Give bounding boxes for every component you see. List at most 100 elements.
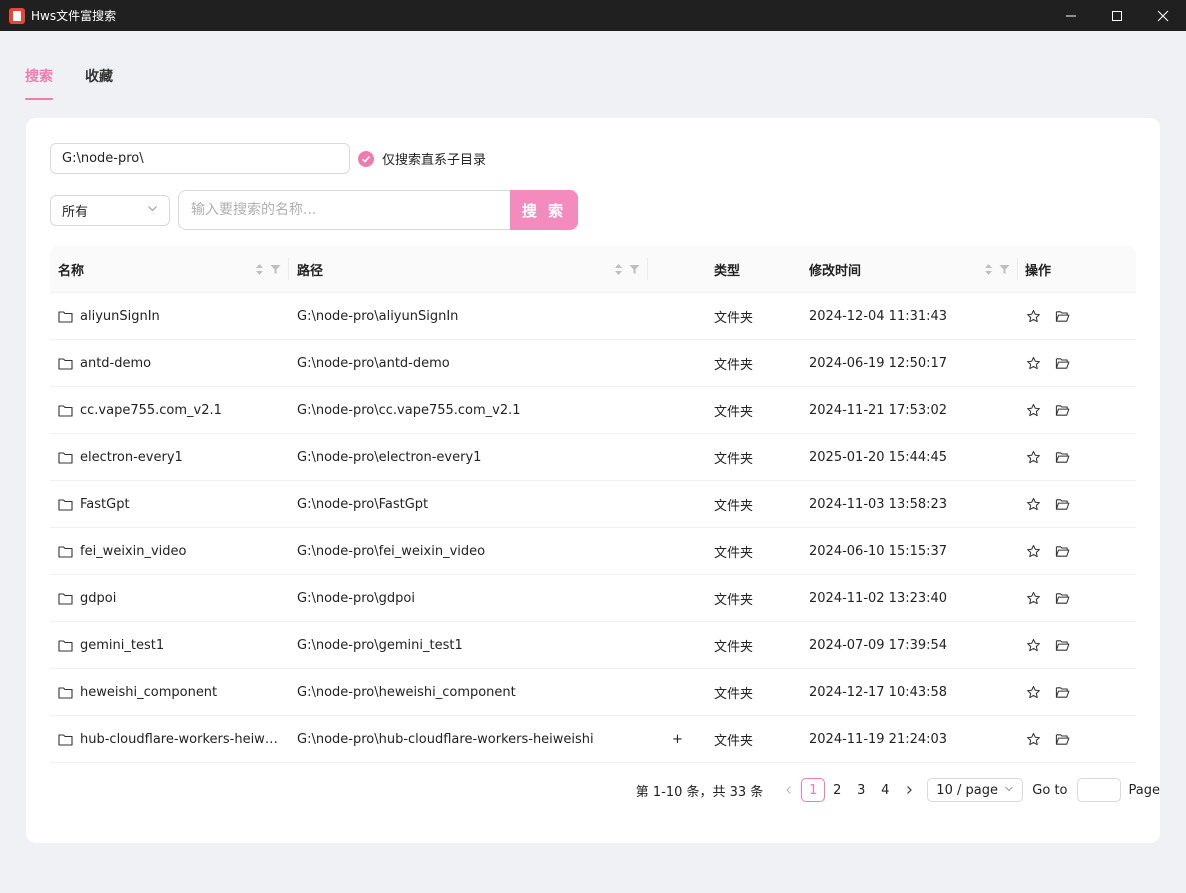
cell-ops: [1018, 450, 1136, 465]
star-icon[interactable]: [1026, 309, 1041, 324]
next-page-button[interactable]: [897, 778, 921, 802]
file-name: heweishi_component: [80, 684, 218, 700]
file-type: 文件夹: [714, 310, 754, 326]
file-path: G:\node-pro\gemini_test1: [297, 637, 463, 653]
cell-time: 2024-12-04 11:31:43: [802, 309, 1018, 324]
folder-open-icon[interactable]: [1055, 732, 1070, 747]
cell-time: 2024-06-10 15:15:37: [802, 544, 1018, 559]
maximize-button[interactable]: [1094, 0, 1140, 31]
star-icon[interactable]: [1026, 591, 1041, 606]
cell-path: G:\node-pro\FastGpt: [289, 497, 648, 512]
table-row[interactable]: electron-every1 G:\node-pro\electron-ever…: [50, 434, 1136, 481]
cell-ops: [1018, 732, 1136, 747]
cell-ops: [1018, 544, 1136, 559]
folder-open-icon[interactable]: [1055, 450, 1070, 465]
folder-open-icon[interactable]: [1055, 544, 1070, 559]
page-2-button[interactable]: 2: [825, 778, 849, 802]
page-3-button[interactable]: 3: [849, 778, 873, 802]
sort-icon[interactable]: [984, 263, 993, 276]
search-button[interactable]: 搜 索: [510, 190, 578, 230]
chevron-down-icon: [1004, 783, 1014, 798]
page-4-button[interactable]: 4: [873, 778, 897, 802]
checkbox-label: 仅搜索直系子目录: [382, 153, 487, 168]
expand-plus-icon[interactable]: +: [672, 732, 683, 747]
file-path: G:\node-pro\electron-every1: [297, 449, 482, 465]
cell-expand: +: [648, 732, 707, 747]
folder-open-icon[interactable]: [1055, 591, 1070, 606]
sort-icon[interactable]: [255, 263, 264, 276]
direct-children-checkbox[interactable]: 仅搜索直系子目录: [358, 149, 486, 168]
modified-time: 2024-06-10 15:15:37: [809, 543, 948, 559]
file-path: G:\node-pro\fei_weixin_video: [297, 543, 486, 559]
modified-time: 2025-01-20 15:44:45: [809, 449, 948, 465]
star-icon[interactable]: [1026, 685, 1041, 700]
page-size-select[interactable]: 10 / page: [927, 778, 1024, 802]
file-type: 文件夹: [714, 545, 754, 561]
sort-icon[interactable]: [614, 263, 623, 276]
search-input[interactable]: [178, 190, 512, 230]
file-name: hub-cloudflare-workers-heiweishi: [80, 731, 282, 747]
table-row[interactable]: antd-demo G:\node-pro\antd-demo 文件夹 2024-06…: [50, 340, 1136, 387]
cell-type: 文件夹: [707, 354, 802, 373]
star-icon[interactable]: [1026, 356, 1041, 371]
star-icon[interactable]: [1026, 544, 1041, 559]
table-row[interactable]: hub-cloudflare-workers-heiweishi G:\node-…: [50, 716, 1136, 763]
prev-page-button[interactable]: [777, 778, 801, 802]
cell-name: electron-every1: [50, 450, 289, 465]
cell-time: 2024-11-21 17:53:02: [802, 403, 1018, 418]
cell-name: heweishi_component: [50, 685, 289, 700]
folder-open-icon[interactable]: [1055, 403, 1070, 418]
star-icon[interactable]: [1026, 450, 1041, 465]
file-name: gdpoi: [80, 590, 117, 606]
close-button[interactable]: [1140, 0, 1186, 31]
tab-favorites[interactable]: 收藏: [85, 66, 113, 100]
table-row[interactable]: gdpoi G:\node-pro\gdpoi 文件夹 2024-11-02 13:2…: [50, 575, 1136, 622]
path-input[interactable]: [50, 143, 350, 174]
type-select[interactable]: 所有: [50, 195, 170, 226]
star-icon[interactable]: [1026, 497, 1041, 512]
page-1-button[interactable]: 1: [801, 778, 826, 802]
cell-ops: [1018, 356, 1136, 371]
star-icon[interactable]: [1026, 732, 1041, 747]
tab-search[interactable]: 搜索: [25, 66, 53, 100]
cell-name: aliyunSignIn: [50, 309, 289, 324]
star-icon[interactable]: [1026, 403, 1041, 418]
chevron-right-icon: [907, 786, 913, 794]
star-icon[interactable]: [1026, 638, 1041, 653]
filter-icon[interactable]: [999, 264, 1010, 275]
folder-icon: [58, 404, 73, 417]
modified-time: 2024-12-17 10:43:58: [809, 684, 948, 700]
table-row[interactable]: cc.vape755.com_v2.1 G:\node-pro\cc.vape75…: [50, 387, 1136, 434]
file-type: 文件夹: [714, 357, 754, 373]
table-row[interactable]: aliyunSignIn G:\node-pro\aliyunSignIn 文件夹 2…: [50, 293, 1136, 340]
file-path: G:\node-pro\hub-cloudflare-workers-heiwe…: [297, 731, 594, 747]
cell-type: 文件夹: [707, 542, 802, 561]
window-controls: [1048, 0, 1186, 31]
cell-type: 文件夹: [707, 307, 802, 326]
modified-time: 2024-11-19 21:24:03: [809, 731, 948, 747]
file-type: 文件夹: [714, 639, 754, 655]
modified-time: 2024-11-21 17:53:02: [809, 402, 948, 418]
main-tabs: 搜索 收藏: [25, 66, 113, 100]
page-label: Page: [1128, 782, 1160, 798]
table-row[interactable]: FastGpt G:\node-pro\FastGpt 文件夹 2024-11-03 …: [50, 481, 1136, 528]
folder-open-icon[interactable]: [1055, 638, 1070, 653]
cell-time: 2025-01-20 15:44:45: [802, 450, 1018, 465]
cell-type: 文件夹: [707, 448, 802, 467]
folder-open-icon[interactable]: [1055, 309, 1070, 324]
goto-page-input[interactable]: [1076, 778, 1121, 802]
table-row[interactable]: fei_weixin_video G:\node-pro\fei_weixin_v…: [50, 528, 1136, 575]
table-row[interactable]: gemini_test1 G:\node-pro\gemini_test1 文件夹 2…: [50, 622, 1136, 669]
filter-icon[interactable]: [270, 264, 281, 275]
folder-open-icon[interactable]: [1055, 497, 1070, 512]
file-name: aliyunSignIn: [80, 308, 160, 324]
cell-path: G:\node-pro\cc.vape755.com_v2.1: [289, 403, 648, 418]
file-path: G:\node-pro\antd-demo: [297, 355, 450, 371]
table-row[interactable]: heweishi_component G:\node-pro\heweishi_c…: [50, 669, 1136, 716]
modified-time: 2024-06-19 12:50:17: [809, 355, 948, 371]
folder-open-icon[interactable]: [1055, 685, 1070, 700]
search-panel: 仅搜索直系子目录 所有 搜 索 名称 路径: [26, 118, 1160, 843]
filter-icon[interactable]: [629, 264, 640, 275]
minimize-button[interactable]: [1048, 0, 1094, 31]
folder-open-icon[interactable]: [1055, 356, 1070, 371]
